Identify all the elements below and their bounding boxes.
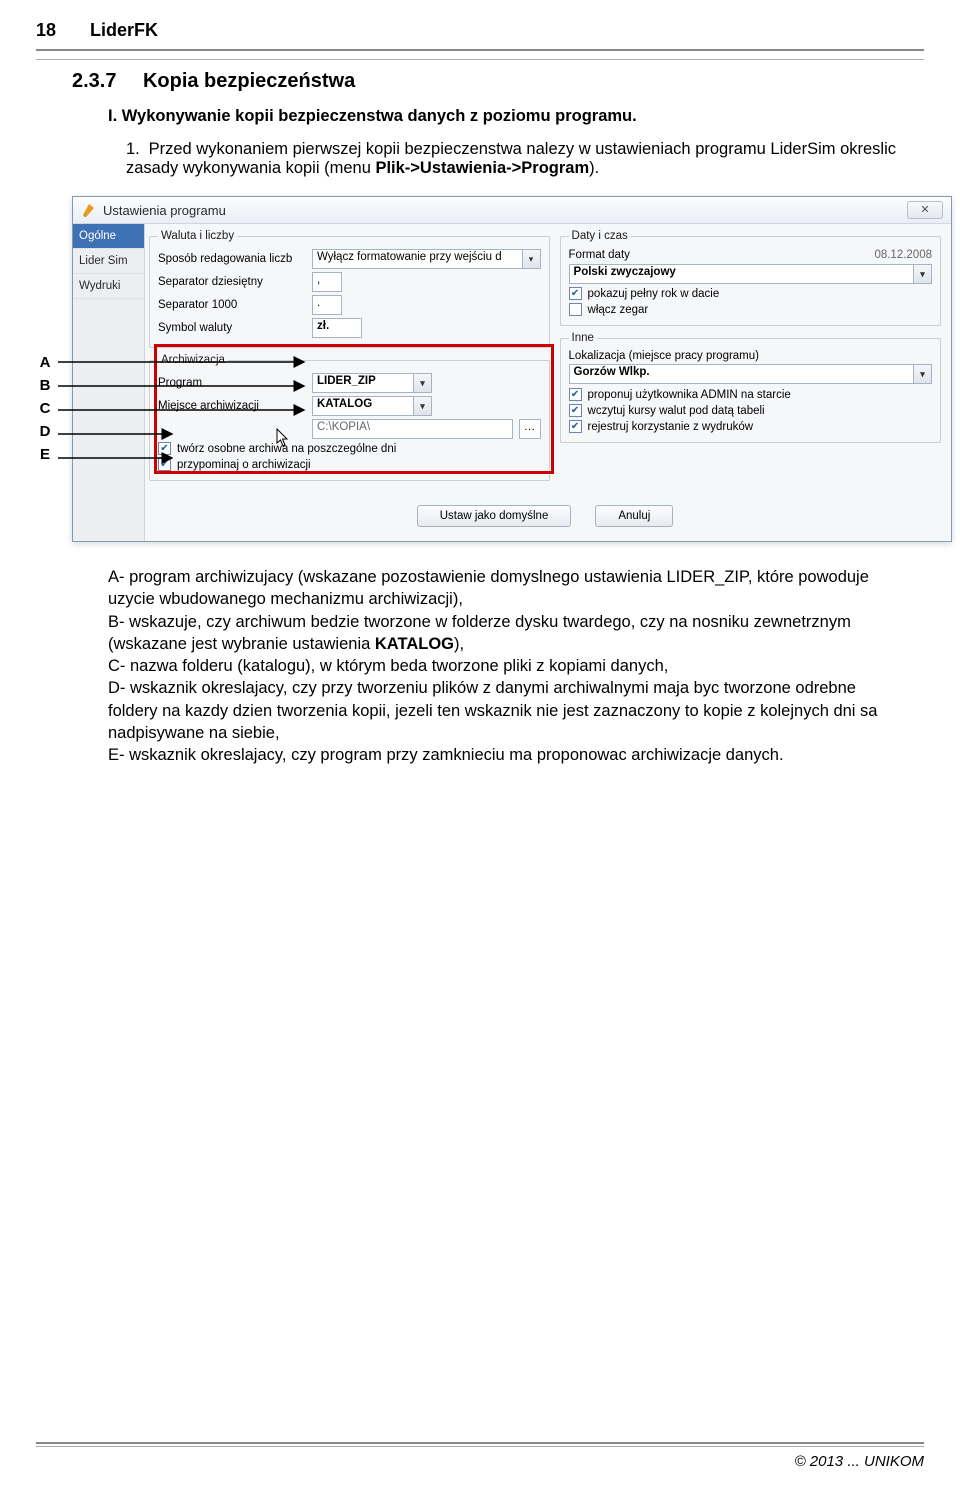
label-sep-1000: Separator 1000 [158,299,306,311]
legend-D: D- wskaznik okreslajacy, czy przy tworze… [108,677,888,744]
callout-C: C [34,400,56,417]
legend-B-bold: KATALOG [375,635,454,653]
legend-archiwizacja: Archiwizacja [158,354,228,366]
checkbox-zegar-label: włącz zegar [588,304,649,316]
select-sposob[interactable]: Wyłącz formatowanie przy wejściu d ▾ [312,249,541,269]
step-1-text-b: ). [589,159,599,177]
footer-text: © 2013 ... UNIKOM [36,1453,924,1470]
callout-letters: A B C D E [34,352,56,463]
value-format-daty: 08.12.2008 [874,249,932,261]
select-program-value: LIDER_ZIP [317,375,376,387]
select-program[interactable]: LIDER_ZIP ▾ [312,373,432,393]
window-title: Ustawienia programu [103,203,907,218]
tab-wydruki[interactable]: Wydruki [73,274,144,299]
page-number: 18 [36,20,68,41]
chevron-down-icon: ▾ [522,250,540,268]
legend-A: A- program archiwizujacy (wskazane pozos… [108,566,888,611]
select-lokalizacja[interactable]: Gorzów Wlkp. ▾ [569,364,932,384]
tab-lidersim[interactable]: Lider Sim [73,249,144,274]
section-heading: 2.3.7 Kopia bezpieczeństwa [72,70,924,93]
checkbox-przypominaj[interactable]: ✔ [158,458,171,471]
header-rule-1 [36,49,924,51]
checkbox-pelny-rok-label: pokazuj pełny rok w dacie [588,288,720,300]
page-footer: © 2013 ... UNIKOM [36,1442,924,1470]
group-waluta: Waluta i liczby Sposób redagowania liczb… [149,230,550,348]
input-path[interactable]: C:\KOPIA\ [312,419,513,439]
step-1-bold: Plik->Ustawienia->Program [375,159,589,177]
checkbox-kursy-label: wczytuj kursy walut pod datą tabeli [588,405,765,417]
select-miejsce[interactable]: KATALOG ▾ [312,396,432,416]
label-format-daty: Format daty [569,249,869,261]
checkbox-admin-label: proponuj użytkownika ADMIN na starcie [588,389,791,401]
label-sposob: Sposób redagowania liczb [158,253,306,265]
header-rule-2 [36,59,924,60]
select-lokalizacja-value: Gorzów Wlkp. [574,366,650,378]
legend-B-pre: B- wskazuje, czy archiwum bedzie tworzon… [108,613,851,653]
browse-button[interactable]: … [519,419,541,439]
legend-E: E- wskaznik okreslajacy, czy program prz… [108,744,888,766]
intro-line: I. Wykonywanie kopii bezpieczenstwa dany… [108,107,924,126]
close-button[interactable]: ✕ [907,201,943,219]
step-1: 1. Przed wykonaniem pierwszej kopii bezp… [126,140,924,178]
input-symbol[interactable]: zł. [312,318,362,338]
input-sep-dz[interactable]: , [312,272,342,292]
page-header: 18 LiderFK [36,20,924,45]
select-miejsce-value: KATALOG [317,398,372,410]
chevron-down-icon: ▾ [413,397,431,415]
side-tabs: Ogólne Lider Sim Wydruki [73,224,145,541]
checkbox-rejestr[interactable]: ✔ [569,420,582,433]
checkbox-pelny-rok[interactable]: ✔ [569,287,582,300]
checkbox-kursy[interactable]: ✔ [569,404,582,417]
checkbox-admin[interactable]: ✔ [569,388,582,401]
chevron-down-icon: ▾ [913,265,931,283]
chevron-down-icon: ▾ [913,365,931,383]
legend-B-post: ), [454,635,464,653]
group-inne: Inne Lokalizacja (miejsce pracy programu… [560,332,941,443]
legend-B: B- wskazuje, czy archiwum bedzie tworzon… [108,611,888,656]
settings-icon [81,202,97,218]
legend-waluta: Waluta i liczby [158,230,237,242]
callout-A: A [34,354,56,371]
screenshot-window: A B C D E Ustawienia programu ✕ Ogólne L… [72,196,952,542]
chevron-down-icon: ▾ [413,374,431,392]
callout-B: B [34,377,56,394]
checkbox-osobne[interactable]: ✔ [158,442,171,455]
label-program: Program [158,377,306,389]
mouse-cursor-icon [276,428,290,448]
group-archiwizacja: Archiwizacja Program LIDER_ZIP ▾ Mi [149,354,550,481]
label-lokalizacja: Lokalizacja (miejsce pracy programu) [569,350,932,362]
group-daty: Daty i czas Format daty 08.12.2008 Polsk… [560,230,941,326]
callout-D: D [34,423,56,440]
select-format-daty[interactable]: Polski zwyczajowy ▾ [569,264,932,284]
label-sep-dz: Separator dziesiętny [158,276,306,288]
legend-inne: Inne [569,332,597,344]
step-1-num: 1. [126,140,144,159]
legend-C: C- nazwa folderu (katalogu), w którym be… [108,655,888,677]
select-sposob-value: Wyłącz formatowanie przy wejściu d [317,251,502,263]
label-symbol: Symbol waluty [158,322,306,334]
checkbox-przypominaj-label: przypominaj o archiwizacji [177,459,311,471]
window-titlebar: Ustawienia programu ✕ [73,197,951,224]
label-miejsce: Miejsce archiwizacji [158,400,306,412]
section-number: 2.3.7 [72,70,116,93]
doc-title: LiderFK [90,20,158,41]
cancel-button[interactable]: Anuluj [595,505,673,527]
tab-ogolne[interactable]: Ogólne [73,224,144,249]
callout-E: E [34,446,56,463]
section-title: Kopia bezpieczeństwa [143,70,355,92]
legend-daty: Daty i czas [569,230,631,242]
select-format-daty-value: Polski zwyczajowy [574,266,676,278]
legend-block: A- program archiwizujacy (wskazane pozos… [108,566,888,766]
checkbox-rejestr-label: rejestruj korzystanie z wydruków [588,421,754,433]
input-sep-1000[interactable]: . [312,295,342,315]
checkbox-zegar[interactable] [569,303,582,316]
set-default-button[interactable]: Ustaw jako domyślne [417,505,572,527]
